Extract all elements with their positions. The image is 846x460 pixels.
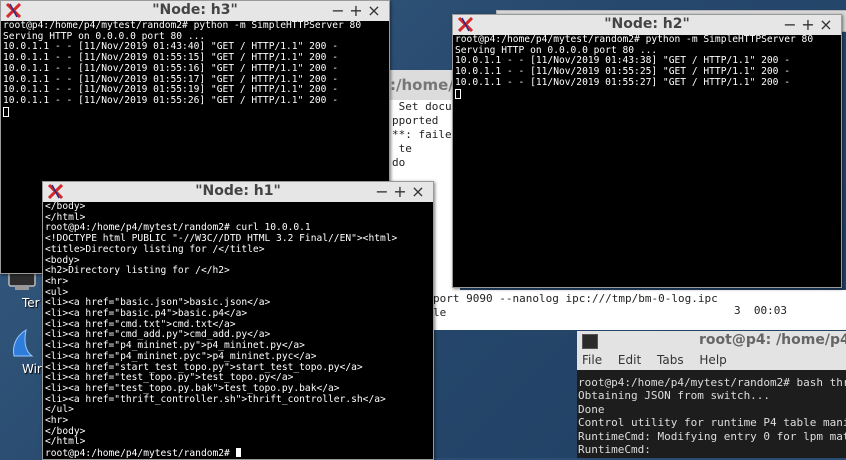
minimize-button[interactable]: −	[331, 1, 345, 21]
terminal-line: <hr>	[45, 415, 69, 427]
close-button[interactable]: ×	[367, 1, 381, 21]
window-title-root: root@p4: /home/p4/m	[699, 332, 846, 348]
background-text-line: **: failed	[392, 128, 459, 141]
terminal-lines-h1: </body> </html> root@p4:/home/p4/mytest/ra…	[45, 202, 433, 448]
terminal-output-root[interactable]: root@p4:/home/p4/mytest/random2# bash th…	[577, 370, 846, 458]
minimize-button[interactable]: −	[375, 182, 389, 202]
desktop-icon-wireshark-label: Wire	[22, 362, 49, 376]
terminal-line: 10.0.1.1 - - [11/Nov/2019 01:55:27] "GET…	[455, 76, 791, 88]
terminal-line: </ul>	[45, 404, 74, 416]
terminal-prompt: root@p4:/home/p4/mytest/random2#	[45, 448, 236, 459]
background-text-line: pported	[392, 114, 439, 127]
terminal-output-h1[interactable]: </body> </html> root@p4:/home/p4/mytest/ra…	[43, 202, 433, 459]
xterm-window-h2[interactable]: "Node: h2" − + × root@p4:/home/p4/mytest…	[452, 14, 842, 288]
terminal-line: </body>	[45, 202, 86, 212]
root-terminal-window[interactable]: root@p4: /home/p4/m File Edit Tabs Help …	[577, 331, 846, 458]
terminal-output-h2[interactable]: root@p4:/home/p4/mytest/random2# python …	[453, 35, 841, 287]
terminal-line: RuntimeCmd:	[578, 443, 651, 457]
terminal-line: 10.0.1.1 - - [11/Nov/2019 01:55:26] "GET…	[3, 94, 339, 106]
menu-edit[interactable]: Edit	[618, 353, 641, 367]
close-button[interactable]: ×	[819, 15, 833, 35]
close-button[interactable]: ×	[411, 182, 425, 202]
terminal-cursor	[235, 448, 241, 458]
desktop-icon-terminal-label: Ter	[22, 296, 40, 310]
terminal-line: <li><a href="thrift_controller.sh">thrif…	[45, 393, 386, 405]
terminal-line: RuntimeCmd: Modifying entry 0 for lpm ma…	[578, 429, 846, 443]
background-lower-right-text: 3 00:03	[734, 304, 787, 317]
maximize-button[interactable]: +	[349, 1, 363, 21]
menu-file[interactable]: File	[582, 353, 602, 367]
maximize-button[interactable]: +	[393, 182, 407, 202]
terminal-line: <hr>	[45, 275, 69, 287]
menu-help[interactable]: Help	[699, 353, 726, 367]
terminal-lines-h3: root@p4:/home/p4/mytest/random2# python …	[3, 21, 389, 107]
background-text-line: te	[392, 142, 412, 155]
terminal-line: 10.0.1.1 - - [11/Nov/2019 01:55:16] "GET…	[3, 62, 339, 74]
terminal-line: Obtaining JSON from switch...	[578, 389, 771, 403]
xterm-window-h1[interactable]: "Node: h1" − + × </body> </html> root@p4:/…	[42, 181, 434, 460]
background-terminal-lower-right[interactable]: 3 00:03	[720, 290, 846, 330]
menu-bar: File Edit Tabs Help	[577, 351, 846, 370]
titlebar-h3[interactable]: "Node: h3" − + ×	[1, 1, 389, 21]
titlebar-root[interactable]: root@p4: /home/p4/m	[577, 331, 846, 351]
terminal-line: root@p4:/home/p4/mytest/random2# bash th…	[578, 376, 846, 389]
terminal-line: <title>Directory listing for /</title>	[45, 243, 265, 255]
wireshark-fin-icon	[13, 328, 34, 357]
terminal-icon	[582, 334, 598, 349]
background-terminal-lower[interactable]: port 9090 --nanolog ipc:///tmp/bm-0-log.…	[430, 290, 731, 330]
terminal-line: </body>	[45, 425, 86, 437]
terminal-line: Control utility for runtime P4 table man…	[578, 416, 846, 430]
maximize-button[interactable]: +	[801, 15, 815, 35]
titlebar-h1[interactable]: "Node: h1" − + ×	[43, 182, 433, 202]
minimize-button[interactable]: −	[783, 15, 797, 35]
background-lower-text: port 9090 --nanolog ipc:///tmp/bm-0-log.…	[433, 292, 731, 319]
background-window-text: Set docum pported **: failed te do	[386, 100, 460, 170]
menu-tabs[interactable]: Tabs	[657, 353, 684, 367]
background-text-line: Set docum	[392, 100, 459, 113]
background-window-title: :/home/p	[386, 70, 460, 100]
titlebar-h2[interactable]: "Node: h2" − + ×	[453, 15, 841, 35]
terminal-line: <li><a href="p4_mininet.pyc">p4_mininet.…	[45, 350, 317, 362]
terminal-line: Done	[578, 402, 605, 416]
background-text-line: do	[392, 156, 406, 169]
terminal-cursor	[3, 106, 9, 117]
terminal-lines-h2: root@p4:/home/p4/mytest/random2# python …	[455, 35, 841, 89]
terminal-cursor	[455, 88, 461, 99]
terminal-line: </html>	[45, 436, 86, 448]
desktop-icon-wireshark[interactable]: Wire	[0, 328, 49, 376]
terminal-line: <h2>Directory listing for /</h2>	[45, 265, 230, 277]
